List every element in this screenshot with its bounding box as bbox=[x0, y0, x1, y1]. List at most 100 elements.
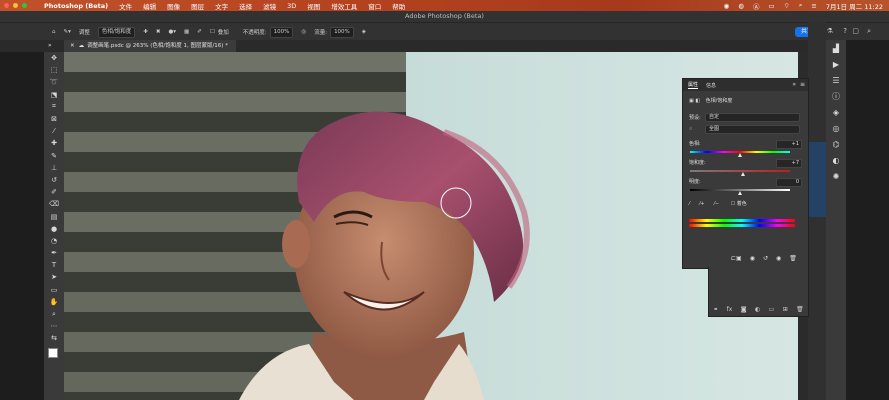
clock[interactable]: 7月1日 周二 11:22 bbox=[826, 1, 883, 11]
eyedropper-plus-icon[interactable]: ⁄+ bbox=[699, 201, 704, 207]
lasso-tool-icon[interactable]: ➰ bbox=[44, 76, 64, 88]
channels-icon[interactable]: ◎ bbox=[826, 120, 846, 136]
lightness-slider-thumb[interactable] bbox=[737, 191, 742, 195]
adjustment-brush-tool-icon[interactable]: ✐ bbox=[44, 186, 64, 198]
home-icon[interactable]: ⌂ bbox=[52, 29, 56, 35]
adjustment-preset-select[interactable]: 色相/饱和度 bbox=[97, 26, 136, 38]
menu-3d[interactable]: 3D bbox=[287, 2, 296, 10]
hue-slider[interactable] bbox=[690, 151, 790, 157]
delete-layer-icon[interactable]: 🗑 bbox=[796, 306, 804, 313]
more-tools-icon[interactable]: ⋯ bbox=[44, 320, 64, 332]
blur-tool-icon[interactable]: ● bbox=[44, 223, 64, 235]
hue-input[interactable]: +1 bbox=[776, 140, 802, 149]
creative-cloud-icon[interactable]: ◉ bbox=[724, 2, 730, 10]
flow-input[interactable]: 100% bbox=[330, 26, 354, 38]
wechat-icon[interactable]: ◍ bbox=[738, 2, 744, 10]
eraser-tool-icon[interactable]: ⌫ bbox=[44, 198, 64, 210]
brush-settings-icon[interactable]: ▦ bbox=[184, 29, 189, 35]
channel-select[interactable]: 全图 bbox=[705, 125, 800, 134]
app-menu[interactable]: Photoshop (Beta) bbox=[44, 2, 108, 10]
keyboard-icon[interactable]: Ⓐ bbox=[753, 1, 760, 11]
paths-icon[interactable]: ⌬ bbox=[826, 136, 846, 152]
workspace-icon[interactable]: ▢ bbox=[852, 27, 859, 35]
menu-edit[interactable]: 编辑 bbox=[143, 1, 156, 11]
brush-tool-icon[interactable]: ✎ bbox=[44, 150, 64, 162]
menu-image[interactable]: 图像 bbox=[167, 1, 180, 11]
menu-view[interactable]: 视图 bbox=[307, 1, 320, 11]
clone-stamp-tool-icon[interactable]: ⊥ bbox=[44, 162, 64, 174]
battery-icon[interactable]: ▭ bbox=[768, 2, 774, 10]
search-icon[interactable]: ⌕ bbox=[799, 1, 803, 10]
menu-plugins[interactable]: 增效工具 bbox=[331, 1, 357, 11]
saturation-input[interactable]: +7 bbox=[776, 159, 802, 168]
layer-style-icon[interactable]: fx bbox=[727, 306, 733, 313]
dodge-tool-icon[interactable]: ◔ bbox=[44, 235, 64, 247]
close-tab-icon[interactable]: ✕ bbox=[70, 43, 75, 49]
menu-help[interactable]: 帮助 bbox=[392, 1, 405, 11]
control-center-icon[interactable]: ≡ bbox=[811, 2, 816, 10]
menu-layer[interactable]: 图层 bbox=[191, 1, 204, 11]
zoom-tool-icon[interactable]: ⌕ bbox=[44, 308, 64, 320]
wifi-icon[interactable]: ⌔ bbox=[784, 1, 790, 10]
menu-type[interactable]: 文字 bbox=[215, 1, 228, 11]
document-tab[interactable]: ✕ ☁ 调整画笔.psdc @ 263% (色相/饱和度 1, 图层蒙版/16) * bbox=[64, 40, 236, 52]
add-mode-icon[interactable]: ✚ bbox=[143, 29, 148, 35]
marquee-tool-icon[interactable]: ⬚ bbox=[44, 64, 64, 76]
brush-preset-icon[interactable]: ●▾ bbox=[168, 29, 176, 35]
path-selection-tool-icon[interactable]: ➤ bbox=[44, 271, 64, 283]
clip-to-layer-icon[interactable]: ⊏▣ bbox=[731, 255, 742, 262]
frame-tool-icon[interactable]: ⊠ bbox=[44, 113, 64, 125]
eyedropper-minus-icon[interactable]: ⁄− bbox=[714, 201, 719, 207]
layers-icon[interactable]: ◈ bbox=[826, 104, 846, 120]
airbrush-icon[interactable]: ✐ bbox=[197, 29, 202, 35]
gradient-tool-icon[interactable]: ▤ bbox=[44, 210, 64, 222]
lightness-slider[interactable] bbox=[690, 189, 790, 195]
colorize-checkbox[interactable]: ☐ bbox=[731, 201, 735, 207]
menu-filter[interactable]: 滤镜 bbox=[263, 1, 276, 11]
add-mask-icon[interactable]: ◙ bbox=[741, 306, 747, 313]
foreground-color-swatch[interactable] bbox=[48, 347, 58, 358]
history-brush-tool-icon[interactable]: ↺ bbox=[44, 174, 64, 186]
target-adjust-icon[interactable]: ☝ bbox=[689, 126, 692, 132]
edit-toolbar-icon[interactable]: ⇆ bbox=[44, 332, 64, 344]
close-window-button[interactable] bbox=[4, 3, 9, 8]
subtract-mode-icon[interactable]: ✖ bbox=[156, 29, 161, 35]
adjust-brush-tool-icon[interactable]: ✎▾ bbox=[64, 29, 71, 35]
panel-menu-icon[interactable]: ≡ bbox=[800, 81, 805, 88]
search-icon[interactable]: ⌕ bbox=[867, 27, 871, 36]
zoom-window-button[interactable] bbox=[22, 3, 27, 8]
saturation-slider[interactable] bbox=[690, 170, 790, 176]
menu-file[interactable]: 文件 bbox=[119, 1, 132, 11]
eyedropper-icon[interactable]: ⁄ bbox=[689, 201, 690, 207]
type-tool-icon[interactable]: T bbox=[44, 259, 64, 271]
color-icon[interactable]: ◐ bbox=[826, 152, 846, 168]
delete-icon[interactable]: 🗑 bbox=[789, 255, 797, 262]
spot-healing-tool-icon[interactable]: ✚ bbox=[44, 137, 64, 149]
pressure-opacity-icon[interactable]: ◎ bbox=[301, 29, 306, 35]
link-layers-icon[interactable]: ⚭ bbox=[713, 306, 718, 313]
preset-select[interactable]: 自定 bbox=[705, 113, 800, 122]
move-tool-icon[interactable]: ✥ bbox=[44, 52, 64, 64]
new-adjustment-icon[interactable]: ◐ bbox=[755, 306, 760, 313]
sample-all-checkbox[interactable]: ☐ 叠加 bbox=[210, 28, 229, 36]
tab-info[interactable]: 信息 bbox=[706, 82, 716, 89]
visibility-icon[interactable]: ◉ bbox=[776, 255, 781, 262]
opacity-input[interactable]: 100% bbox=[269, 26, 294, 38]
help-icon[interactable]: ? bbox=[843, 27, 847, 35]
view-previous-icon[interactable]: ◉ bbox=[750, 255, 755, 262]
hand-tool-icon[interactable]: ✋ bbox=[44, 296, 64, 308]
pen-tool-icon[interactable]: ✒ bbox=[44, 247, 64, 259]
adjustments-sliders-icon[interactable]: ☰ bbox=[826, 72, 846, 88]
reset-icon[interactable]: ↺ bbox=[763, 255, 768, 262]
eyedropper-tool-icon[interactable]: ⁄ bbox=[44, 125, 64, 137]
flask-icon[interactable]: ⚗ bbox=[827, 27, 833, 35]
histogram-icon[interactable]: ▟ bbox=[826, 40, 846, 56]
crop-tool-icon[interactable]: ⌗ bbox=[44, 101, 64, 113]
shape-tool-icon[interactable]: ▭ bbox=[44, 284, 64, 296]
play-actions-icon[interactable]: ▶ bbox=[826, 56, 846, 72]
new-layer-icon[interactable]: ⊞ bbox=[783, 306, 788, 313]
menu-window[interactable]: 窗口 bbox=[368, 1, 381, 11]
pressure-size-icon[interactable]: ◈ bbox=[362, 29, 366, 35]
brush-settings-panel-icon[interactable]: ✺ bbox=[826, 168, 846, 184]
new-group-icon[interactable]: ▭ bbox=[769, 306, 775, 313]
